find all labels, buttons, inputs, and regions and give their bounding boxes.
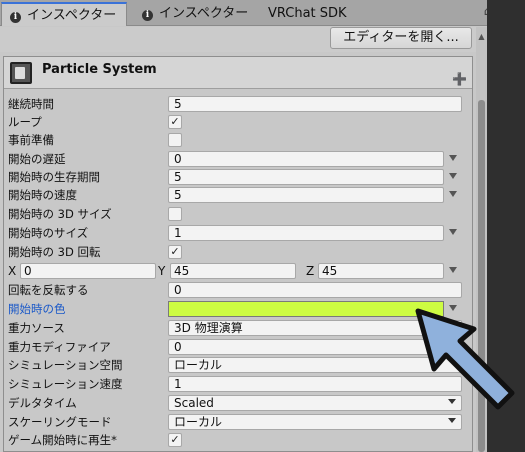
property-label: 回転を反転する — [8, 283, 89, 297]
prewarm-checkbox[interactable] — [168, 133, 182, 147]
add-icon[interactable]: ➕ — [452, 72, 467, 86]
property-label: シミュレーション空間 — [8, 358, 123, 372]
chevron-down-icon[interactable] — [448, 418, 456, 423]
duration-field[interactable]: 5 — [168, 96, 462, 112]
scaling-mode-select[interactable]: ローカル — [168, 414, 462, 430]
property-label: 開始時のサイズ — [8, 226, 89, 240]
property-row: 開始時の色 — [8, 300, 468, 318]
property-row: 重力モディファイア 0 — [8, 338, 468, 356]
tab-label: インスペクター — [27, 8, 117, 23]
property-row: 開始時のサイズ 1 — [8, 224, 468, 242]
tab-label: VRChat SDK — [268, 6, 347, 21]
property-row: ゲーム開始時に再生* ✓ — [8, 431, 468, 449]
property-label: 重力モディファイア — [8, 340, 111, 354]
property-row: 開始時の速度 5 — [8, 186, 468, 204]
tab-label: インスペクター — [159, 6, 249, 21]
chevron-down-icon[interactable] — [449, 155, 457, 161]
property-row: 開始時の生存期間 5 — [8, 168, 468, 186]
property-row: 事前準備 — [8, 131, 468, 149]
property-label: 事前準備 — [8, 133, 54, 147]
particle-system-icon — [10, 62, 32, 84]
property-row: 開始時の 3D サイズ — [8, 205, 468, 223]
property-label: 重力ソース — [8, 321, 65, 335]
tab-vrchat-sdk[interactable]: VRChat SDK — [268, 2, 347, 26]
property-label: 開始の遅延 — [8, 152, 66, 166]
pointer-arrow-icon — [415, 308, 515, 410]
property-label: ゲーム開始時に再生* — [8, 433, 117, 447]
y-label: Y — [158, 264, 166, 278]
property-row: 開始の遅延 0 — [8, 150, 468, 168]
scroll-up-icon[interactable]: ▲ — [476, 32, 487, 41]
property-label: 開始時の速度 — [8, 188, 77, 202]
3d-start-rotation-checkbox[interactable]: ✓ — [168, 245, 182, 259]
start-delay-field[interactable]: 0 — [168, 151, 444, 167]
start-size-field[interactable]: 1 — [168, 225, 444, 241]
play-on-awake-checkbox[interactable]: ✓ — [168, 433, 182, 447]
start-color-swatch[interactable] — [168, 301, 444, 317]
tab-inspector-active[interactable]: i インスペクター — [1, 2, 127, 26]
component-title: Particle System — [42, 62, 157, 77]
property-label: 開始時の色 — [8, 302, 66, 316]
looping-checkbox[interactable]: ✓ — [168, 115, 182, 129]
flip-rotation-field[interactable]: 0 — [168, 282, 462, 298]
info-icon: i — [142, 10, 153, 21]
rotation-y-field[interactable]: 45 — [170, 263, 296, 279]
start-lifetime-field[interactable]: 5 — [168, 169, 444, 185]
property-label: 開始時の 3D サイズ — [8, 207, 112, 221]
property-label: デルタタイム — [8, 396, 77, 410]
property-row: 開始時の 3D 回転 ✓ — [8, 243, 468, 261]
property-row: スケーリングモード ローカル — [8, 413, 468, 431]
chevron-down-icon[interactable] — [449, 229, 457, 235]
property-row: 回転を反転する 0 — [8, 281, 468, 299]
property-label: 開始時の生存期間 — [8, 170, 100, 184]
property-label: スケーリングモード — [8, 415, 112, 429]
start-speed-field[interactable]: 5 — [168, 187, 444, 203]
3d-start-size-checkbox[interactable] — [168, 207, 182, 221]
xyz-row: X 0 Y 45 Z 45 — [8, 262, 468, 280]
info-icon: i — [10, 12, 21, 23]
property-label: 継続時間 — [8, 97, 54, 111]
property-label: シミュレーション速度 — [8, 377, 123, 391]
property-row: 重力ソース 3D 物理演算 — [8, 319, 468, 337]
property-row: ループ ✓ — [8, 113, 468, 131]
z-label: Z — [306, 264, 315, 278]
property-row: 継続時間 5 — [8, 95, 468, 113]
open-editor-button[interactable]: エディターを開く... — [330, 27, 472, 49]
chevron-down-icon[interactable] — [449, 191, 457, 197]
property-label: 開始時の 3D 回転 — [8, 245, 101, 259]
property-row: デルタタイム Scaled — [8, 394, 468, 412]
property-row: シミュレーション速度 1 — [8, 375, 468, 393]
chevron-down-icon[interactable] — [449, 173, 457, 179]
tab-inspector[interactable]: i インスペクター — [142, 2, 248, 26]
chevron-down-icon[interactable] — [449, 267, 457, 273]
rotation-z-field[interactable]: 45 — [318, 263, 444, 279]
rotation-x-field[interactable]: 0 — [20, 263, 156, 279]
property-row: シミュレーション空間 ローカル — [8, 356, 468, 374]
property-label: ループ — [8, 115, 42, 129]
x-label: X — [8, 264, 17, 278]
